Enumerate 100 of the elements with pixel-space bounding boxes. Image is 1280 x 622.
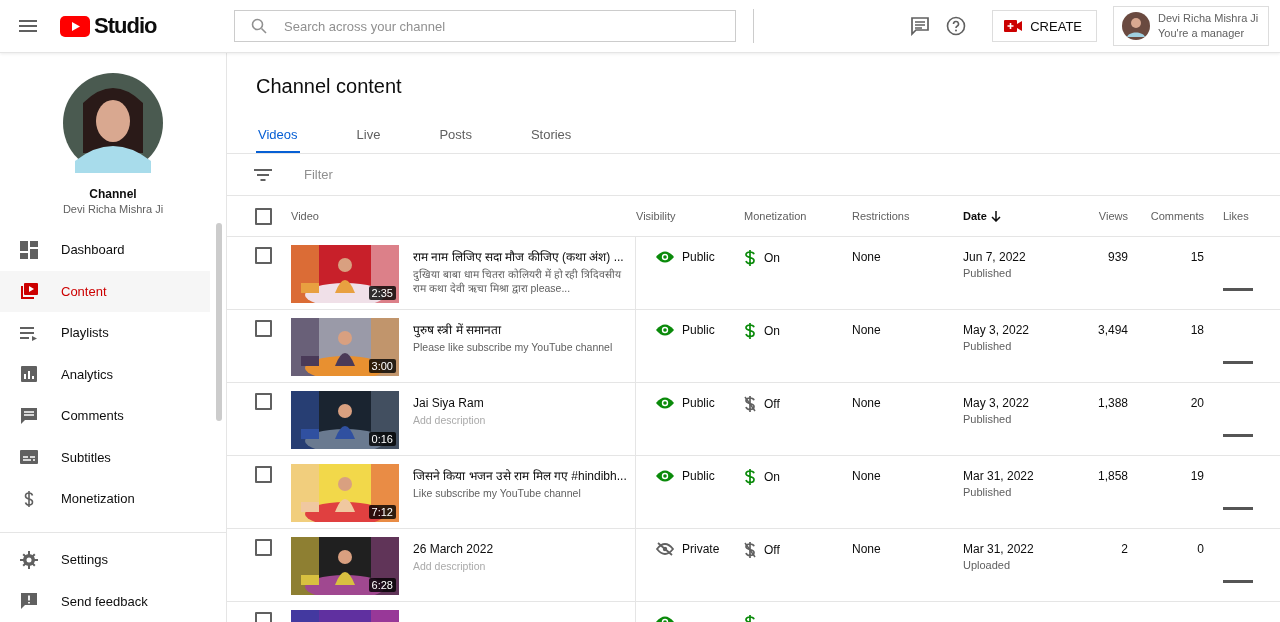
sort-down-icon[interactable] [990, 210, 1001, 222]
video-title[interactable]: Jai Siya Ram [413, 395, 625, 411]
search-field[interactable]: Search across your channel [234, 10, 736, 42]
video-duration: 6:28 [368, 578, 396, 592]
message-icon[interactable] [910, 16, 931, 36]
row-checkbox[interactable] [255, 320, 272, 337]
likes-bar [1223, 507, 1253, 510]
comments-count: 0 [1197, 542, 1204, 556]
date-text: Jun 7, 2022 [963, 250, 1026, 264]
date-text: May 3, 2022 [963, 396, 1030, 410]
video-camera-icon [1004, 20, 1023, 32]
restrictions-text: None [852, 323, 881, 337]
status-text: Published [963, 486, 1012, 498]
sidebar-item[interactable]: Analytics [0, 353, 210, 395]
video-description: Add description [413, 413, 487, 427]
video-title[interactable]: जिसने किया भजन उसे राम मिल गए #hindibh... [413, 468, 625, 484]
account-role: You're a manager [1158, 26, 1246, 41]
visibility-text[interactable]: Private [682, 542, 720, 556]
views-count: 939 [1107, 250, 1128, 264]
restrictions-text: None [852, 542, 881, 556]
analytics-icon [20, 365, 38, 384]
video-description: Like subscribe my YouTube channel [413, 486, 582, 500]
column-header[interactable]: Video [291, 210, 319, 222]
column-header[interactable]: Restrictions [852, 210, 910, 222]
video-duration: 0:16 [368, 432, 396, 446]
column-header[interactable]: Visibility [636, 210, 676, 222]
row-checkbox[interactable] [255, 539, 272, 556]
views-count: 2 [1121, 542, 1128, 556]
row-checkbox[interactable] [255, 393, 272, 410]
tab[interactable]: Videos [256, 117, 300, 153]
monetization-text[interactable]: On [764, 470, 780, 484]
likes-bar [1223, 361, 1253, 364]
date-text: Mar 31, 2022 [963, 469, 1034, 483]
column-header[interactable]: Views [1098, 210, 1128, 222]
channel-name: Devi Richa Mishra Ji [62, 203, 164, 215]
sidebar-item[interactable]: Comments [0, 395, 210, 437]
comments-count: 19 [1190, 469, 1204, 483]
views-count: 1,858 [1097, 469, 1128, 483]
sidebar-item[interactable]: Content [0, 270, 210, 312]
video-duration: 2:35 [368, 286, 396, 300]
monetization-text[interactable]: Off [764, 543, 780, 557]
sidebar-item[interactable]: Monetization [0, 478, 210, 520]
sidebar-item[interactable]: Subtitles [0, 436, 210, 478]
video-description: दुखिया बाबा धाम चितरा कोलियरी में हो रही त्रिदिवसीय राम कथा देवी ऋचा मिश्रा द्वारा please... [413, 267, 623, 295]
visibility-text[interactable]: Public [682, 396, 715, 410]
dashboard-icon [20, 240, 38, 259]
restrictions-text: None [852, 469, 881, 483]
video-title[interactable]: राम नाम लिजिए सदा मौज कीजिए (कथा अंश) ... [413, 249, 625, 265]
video-duration: 7:12 [368, 505, 396, 519]
filter-icon[interactable] [254, 168, 272, 181]
play-logo-icon [60, 15, 90, 37]
avatar-icon [1122, 12, 1150, 40]
account-name: Devi Richa Mishra Ji [1158, 11, 1259, 26]
comments-count: 20 [1190, 396, 1204, 410]
feedback-icon [20, 592, 38, 611]
status-text: Published [963, 413, 1012, 425]
tab[interactable]: Posts [437, 117, 474, 153]
page-title: Channel content [255, 74, 403, 99]
views-count: 3,494 [1097, 323, 1128, 337]
content-icon [20, 282, 38, 301]
column-header[interactable]: Likes [1223, 210, 1249, 222]
visibility-text[interactable]: Public [682, 469, 715, 483]
menu-icon[interactable] [19, 20, 37, 32]
video-description: Add description [413, 559, 487, 573]
subtitles-icon [20, 448, 38, 467]
status-text: Uploaded [963, 559, 1011, 571]
channel-avatar-icon[interactable] [63, 73, 163, 173]
tab[interactable]: Stories [528, 117, 574, 153]
visibility-text[interactable]: Public [682, 250, 715, 264]
help-icon[interactable] [946, 16, 967, 36]
select-all-checkbox[interactable] [255, 207, 272, 225]
sidebar-item[interactable]: Playlists [0, 312, 210, 354]
search-icon [251, 18, 267, 34]
comments-count: 18 [1190, 323, 1204, 337]
video-title[interactable]: पुरुष स्त्री में समानता [413, 322, 625, 338]
monetization-text[interactable]: Off [764, 397, 780, 411]
video-duration: 3:00 [368, 359, 396, 373]
account-switcher[interactable]: Devi Richa Mishra Ji You're a manager [1113, 6, 1269, 46]
likes-bar [1223, 434, 1253, 437]
monetization-text[interactable]: On [764, 251, 780, 265]
restrictions-text: None [852, 396, 881, 410]
date-text: May 3, 2022 [963, 323, 1030, 337]
column-header[interactable]: Date [963, 210, 987, 222]
row-checkbox[interactable] [255, 466, 272, 483]
sidebar-item[interactable]: Settings [0, 539, 210, 581]
video-title[interactable]: 26 March 2022 [413, 541, 625, 557]
row-checkbox[interactable] [255, 247, 272, 264]
sidebar-item[interactable]: Send feedback [0, 580, 210, 622]
monetization-text[interactable]: On [764, 324, 780, 338]
channel-label: Channel [89, 187, 137, 201]
sidebar-item[interactable]: Dashboard [0, 229, 210, 271]
column-header[interactable]: Comments [1150, 210, 1204, 222]
tab[interactable]: Live [354, 117, 383, 153]
studio-logo-text: Studio [94, 13, 157, 39]
settings-icon [20, 550, 38, 569]
likes-bar [1223, 288, 1253, 291]
column-header[interactable]: Monetization [744, 210, 807, 222]
create-button[interactable]: CREATE [992, 10, 1097, 42]
visibility-text[interactable]: Public [682, 323, 715, 337]
comments-count: 15 [1190, 250, 1204, 264]
